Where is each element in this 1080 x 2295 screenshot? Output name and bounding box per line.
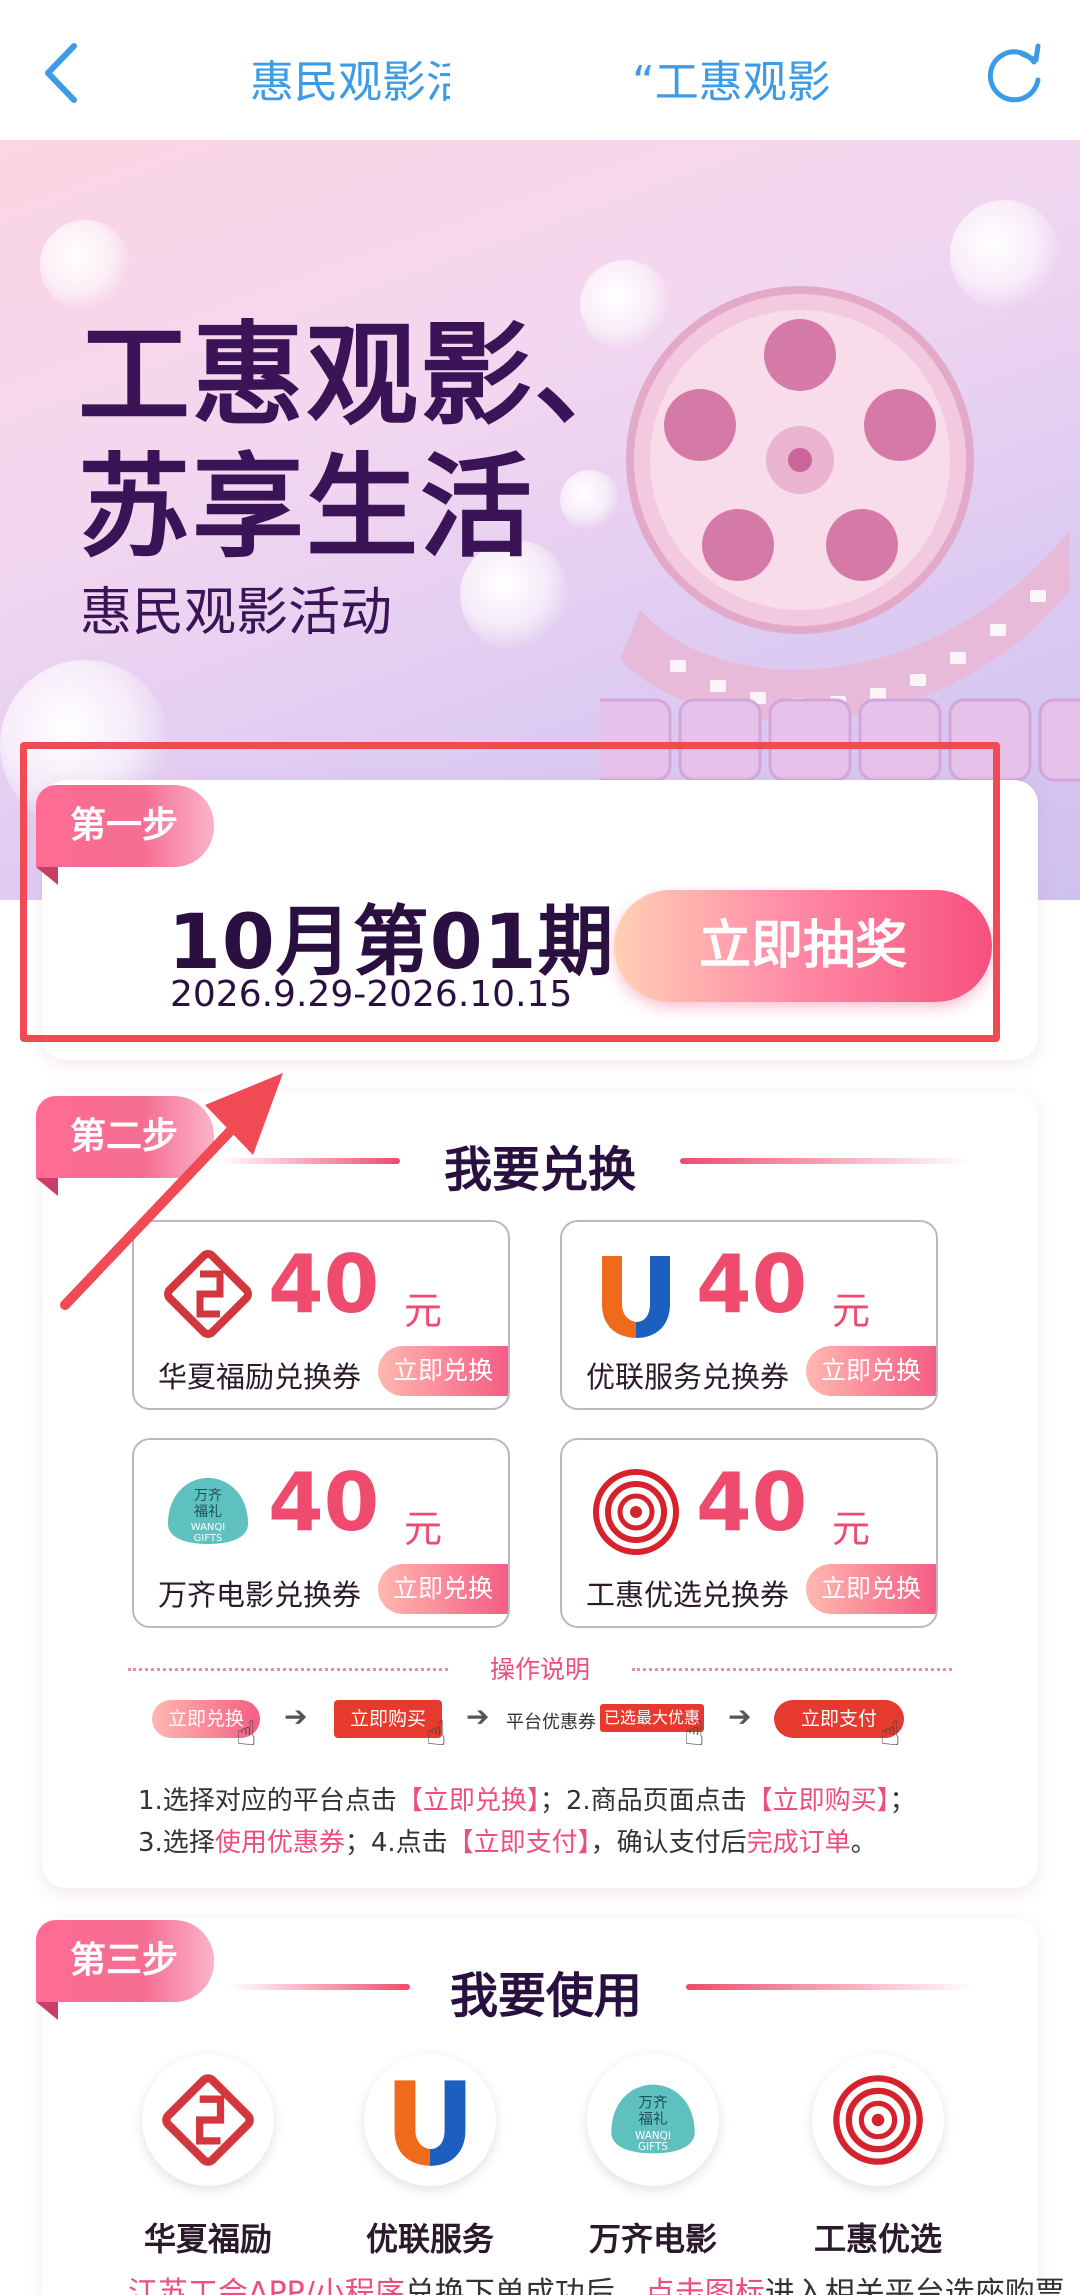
coupon-name: 万齐电影兑换券	[158, 1578, 362, 1612]
banner-title-line2: 苏享生活	[78, 443, 534, 573]
svg-text:万齐: 万齐	[638, 2095, 668, 2112]
heading-divider-right	[680, 1158, 970, 1164]
svg-text:WANQI: WANQI	[191, 1522, 225, 1533]
app-name: 万齐电影	[588, 2220, 717, 2258]
nav-title-scroll-left: 惠民观影活动	[250, 57, 450, 108]
annotation-highlight-box	[20, 742, 1000, 1042]
coupon-name: 华夏福励兑换券	[158, 1360, 362, 1394]
tap-hand-icon: ☝	[880, 1714, 901, 1754]
coupon-unit: 元	[832, 1507, 871, 1551]
tap-hand-icon: ☝	[684, 1714, 705, 1754]
redeem-button[interactable]: 立即兑换	[378, 1564, 508, 1614]
op-instructions-text: 1.选择对应的平台点击【立即兑换】；2.商品页面点击【立即购买】； 3.选择使用…	[138, 1780, 998, 1864]
app-entry-wanqi[interactable]: 万齐 福礼 WANQI GIFTS 万齐电影	[578, 2054, 728, 2260]
svg-text:GIFTS: GIFTS	[194, 1533, 223, 1544]
decor-bubble	[40, 220, 130, 310]
app-entry-huaxia[interactable]: 华夏福励	[133, 2054, 283, 2260]
coupon-amount: 40	[696, 1456, 808, 1549]
refresh-icon	[987, 43, 1041, 103]
flow-arrow-icon: ➔	[728, 1700, 752, 1733]
step2-heading: 我要兑换	[443, 1142, 636, 1198]
coupon-unit: 元	[404, 1507, 443, 1551]
svg-text:GIFTS: GIFTS	[638, 2141, 668, 2153]
svg-text:福礼: 福礼	[638, 2111, 667, 2128]
gonghui-logo-icon	[593, 1469, 679, 1555]
step3-note: 江苏工会APP/小程序兑换下单成功后，点击图标进入相关平台选座购票	[128, 2276, 1065, 2295]
coupon-unit: 元	[404, 1289, 443, 1333]
redeem-button[interactable]: 立即兑换	[806, 1346, 936, 1396]
app-name: 华夏福励	[143, 2220, 272, 2258]
svg-text:万齐: 万齐	[194, 1488, 222, 1504]
wanqi-logo-icon: 万齐 福礼 WANQI GIFTS	[611, 2084, 695, 2154]
wanqi-logo-icon: 万齐 福礼 WANQI GIFTS	[168, 1478, 248, 1544]
flow-arrow-icon: ➔	[466, 1700, 490, 1733]
app-entry-youlian[interactable]: 优联服务	[355, 2054, 505, 2260]
youlian-logo-icon	[602, 1256, 670, 1338]
redeem-button[interactable]: 立即兑换	[378, 1346, 508, 1396]
banner-title: 工惠观影、 苏享生活	[78, 310, 648, 574]
svg-text:福礼: 福礼	[194, 1504, 222, 1520]
app-icon-circle: 万齐 福礼 WANQI GIFTS	[587, 2054, 719, 2186]
step3-tag: 第三步	[36, 1920, 215, 2002]
coupon-unit: 元	[832, 1289, 871, 1333]
youlian-logo-icon	[394, 2080, 466, 2166]
coupon-card-youlian: 40 元 优联服务兑换券 立即兑换	[560, 1220, 938, 1410]
app-name: 优联服务	[365, 2220, 494, 2258]
tap-hand-icon: ☝	[426, 1714, 447, 1754]
op-flow-illustration: 立即兑换 ☝ ➔ 立即购买 ☝ ➔ 平台优惠券 已选最大优惠 ☝ ➔ 立即支付 …	[0, 1700, 1080, 1760]
huaxia-logo-icon	[162, 2074, 254, 2166]
top-nav-bar: 惠民观影活动 “工惠观影	[0, 0, 1080, 140]
flow-arrow-icon: ➔	[284, 1700, 308, 1733]
coupon-name: 工惠优选兑换券	[586, 1578, 790, 1612]
app-entry-gonghui[interactable]: 工惠优选	[803, 2054, 953, 2260]
heading-divider-left	[230, 1984, 410, 1990]
redeem-button[interactable]: 立即兑换	[806, 1564, 936, 1614]
banner-title-line1: 工惠观影、	[78, 311, 648, 441]
op-divider-right	[632, 1668, 952, 1671]
app-icon-circle	[142, 2054, 274, 2186]
banner-subtitle: 惠民观影活动	[80, 583, 393, 643]
coupon-card-gonghui: 40 元 工惠优选兑换券 立即兑换	[560, 1438, 938, 1628]
heading-divider-right	[686, 1984, 976, 1990]
app-icon-circle	[812, 2054, 944, 2186]
app-icon-circle	[364, 2054, 496, 2186]
instructions-line2: 3.选择使用优惠券；4.点击【立即支付】，确认支付后完成订单。	[138, 1828, 877, 1858]
back-button[interactable]	[38, 40, 88, 106]
coupon-card-wanqi: 万齐 福礼 WANQI GIFTS 40 元 万齐电影兑换券 立即兑换	[132, 1438, 510, 1628]
svg-text:WANQI: WANQI	[635, 2130, 671, 2142]
chevron-left-icon	[45, 43, 77, 103]
coupon-amount: 40	[696, 1238, 808, 1331]
step3-heading: 我要使用	[449, 1968, 642, 2024]
coupon-amount: 40	[268, 1456, 380, 1549]
tap-hand-icon: ☝	[236, 1714, 257, 1754]
coupon-name: 优联服务兑换券	[586, 1360, 790, 1394]
gonghui-logo-icon	[833, 2075, 923, 2165]
nav-title-scroll-right: “工惠观影	[632, 57, 831, 108]
app-name: 工惠优选	[813, 2220, 942, 2258]
instructions-line1: 1.选择对应的平台点击【立即兑换】；2.商品页面点击【立即购买】；	[138, 1786, 916, 1816]
refresh-button[interactable]	[982, 40, 1048, 106]
flow-coupon-label: 平台优惠券	[506, 1712, 596, 1733]
annotation-arrow-icon	[60, 1073, 283, 1310]
film-reel-illustration	[588, 230, 1080, 790]
